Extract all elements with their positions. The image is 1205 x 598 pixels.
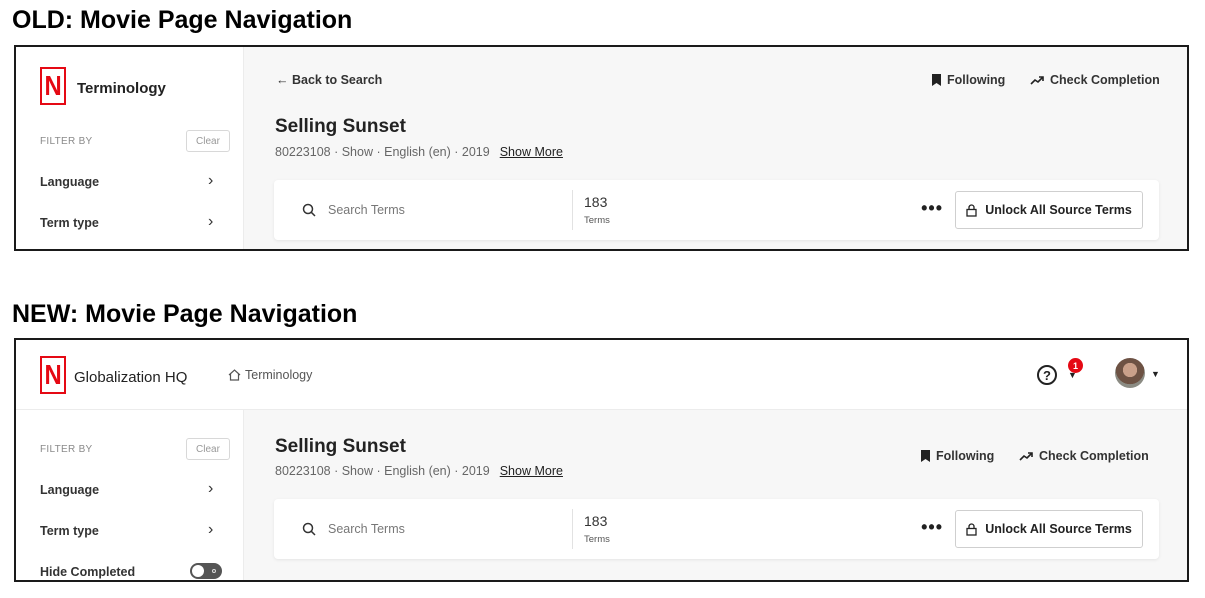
netflix-logo-icon[interactable]: N xyxy=(40,356,66,394)
term-count: 183 xyxy=(584,194,608,210)
unlock-all-source-terms-button[interactable]: Unlock All Source Terms xyxy=(955,510,1143,548)
toggle-off-indicator xyxy=(212,569,216,573)
search-terms-input[interactable]: Search Terms xyxy=(328,522,405,536)
filter-language-label: Language xyxy=(40,175,100,189)
chevron-right-icon: › xyxy=(208,521,214,538)
top-header: N Globalization HQ Terminology ? ▼ 1 ▼ xyxy=(16,340,1187,410)
filter-term-type-label: Term type xyxy=(40,524,99,538)
following-label: Following xyxy=(947,73,1006,87)
notification-badge: 1 xyxy=(1068,358,1083,373)
filter-term-type[interactable]: Term type xyxy=(40,524,220,538)
filter-term-type-label: Term type xyxy=(40,216,99,230)
search-icon xyxy=(302,522,316,536)
more-options-icon[interactable]: ••• xyxy=(921,517,943,538)
check-completion-button[interactable]: Check Completion xyxy=(1030,73,1160,87)
unlock-label: Unlock All Source Terms xyxy=(985,522,1132,536)
trending-up-icon xyxy=(1019,452,1033,461)
search-icon xyxy=(302,203,316,217)
old-main: ← Back to Search Following Check Complet… xyxy=(244,47,1187,249)
avatar[interactable] xyxy=(1115,358,1145,388)
following-button[interactable]: Following xyxy=(921,449,994,463)
check-completion-label: Check Completion xyxy=(1050,73,1160,87)
term-count-label: Terms xyxy=(584,534,610,545)
bookmark-icon xyxy=(932,74,941,86)
page-title: Selling Sunset xyxy=(275,436,406,457)
show-more-link[interactable]: Show More xyxy=(500,464,563,478)
page-meta: 80223108 · Show · English (en) · 2019 Sho… xyxy=(275,145,563,159)
page-meta: 80223108 · Show · English (en) · 2019 Sho… xyxy=(275,464,563,478)
page-title: Selling Sunset xyxy=(275,116,406,137)
chevron-right-icon: › xyxy=(208,213,214,230)
filter-language-label: Language xyxy=(40,483,100,497)
filter-term-type[interactable]: Term type xyxy=(40,216,220,230)
unlock-label: Unlock All Source Terms xyxy=(985,203,1132,217)
check-completion-label: Check Completion xyxy=(1039,449,1149,463)
filter-language[interactable]: Language xyxy=(40,175,220,189)
breadcrumb[interactable]: Terminology xyxy=(228,368,312,382)
check-completion-button[interactable]: Check Completion xyxy=(1019,449,1149,463)
filter-language[interactable]: Language xyxy=(40,483,220,497)
trending-up-icon xyxy=(1030,76,1044,85)
netflix-logo-icon[interactable]: N xyxy=(40,67,66,105)
new-frame: N Globalization HQ Terminology ? ▼ 1 ▼ F… xyxy=(14,338,1189,582)
divider xyxy=(572,190,573,230)
breadcrumb-terminology: Terminology xyxy=(245,368,313,382)
following-button[interactable]: Following xyxy=(932,73,1005,87)
new-section-title: NEW: Movie Page Navigation xyxy=(12,300,358,328)
filter-by-label: FILTER BY xyxy=(40,444,93,455)
app-name: Globalization HQ xyxy=(74,369,188,386)
filter-by-label: FILTER BY xyxy=(40,136,93,147)
title-metadata: 80223108 · Show · English (en) · 2019 xyxy=(275,464,490,478)
help-icon[interactable]: ? xyxy=(1037,365,1057,385)
bookmark-icon xyxy=(921,450,930,462)
caret-down-icon[interactable]: ▼ xyxy=(1151,369,1160,379)
more-options-icon[interactable]: ••• xyxy=(921,198,943,219)
new-main: Selling Sunset 80223108 · Show · English… xyxy=(244,410,1187,580)
search-card: Search Terms 183 Terms ••• Unlock All So… xyxy=(274,499,1159,559)
old-sidebar: N Terminology FILTER BY Clear Language ›… xyxy=(16,47,244,249)
lock-icon xyxy=(966,522,977,536)
toggle-knob xyxy=(192,565,204,577)
old-section-title: OLD: Movie Page Navigation xyxy=(12,6,353,34)
search-card: Search Terms 183 Terms ••• Unlock All So… xyxy=(274,180,1159,240)
term-count: 183 xyxy=(584,513,608,529)
back-to-search-link[interactable]: ← Back to Search xyxy=(276,73,382,87)
old-frame: N Terminology FILTER BY Clear Language ›… xyxy=(14,45,1189,251)
title-metadata: 80223108 · Show · English (en) · 2019 xyxy=(275,145,490,159)
clear-filters-button[interactable]: Clear xyxy=(186,130,230,152)
term-count-label: Terms xyxy=(584,215,610,226)
search-terms-input[interactable]: Search Terms xyxy=(328,203,405,217)
app-name: Terminology xyxy=(77,80,166,97)
divider xyxy=(572,509,573,549)
hide-completed-toggle[interactable] xyxy=(190,563,222,579)
clear-filters-button[interactable]: Clear xyxy=(186,438,230,460)
following-label: Following xyxy=(936,449,995,463)
unlock-all-source-terms-button[interactable]: Unlock All Source Terms xyxy=(955,191,1143,229)
home-icon xyxy=(228,369,241,381)
show-more-link[interactable]: Show More xyxy=(500,145,563,159)
new-sidebar: FILTER BY Clear Language › Term type › H… xyxy=(16,410,244,580)
lock-icon xyxy=(966,203,977,217)
chevron-right-icon: › xyxy=(208,480,214,497)
chevron-right-icon: › xyxy=(208,172,214,189)
